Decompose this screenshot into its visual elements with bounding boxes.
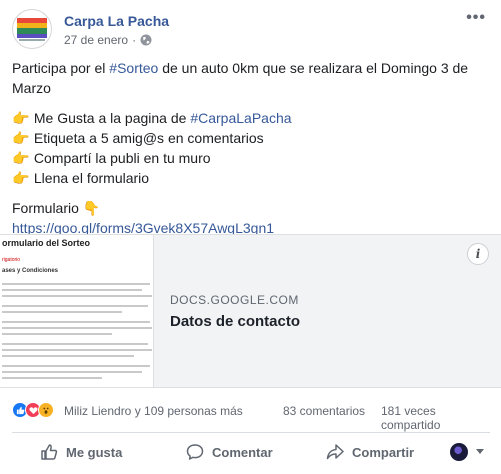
pointing-hand-icon: 👉 [12,170,30,186]
more-options-button[interactable]: ••• [466,9,486,27]
thumb-text-line [2,355,134,357]
pointing-hand-icon: 👉 [12,110,30,126]
post-date[interactable]: 27 de enero [64,33,128,47]
share-button[interactable]: Compartir [326,443,414,461]
hashtag-sorteo[interactable]: #Sorteo [109,60,158,76]
comments-count[interactable]: 83 comentarios [283,404,365,418]
chevron-down-icon [476,449,484,454]
thumb-text-line [2,365,150,367]
step-item: 👉 Compartí la publi en tu muro [12,150,211,166]
card-info: DOCS.GOOGLE.COM Datos de contacto [170,293,300,330]
action-bar: Me gusta Comentar Compartir [12,432,490,472]
globe-icon [140,34,152,46]
share-arrow-icon [326,444,344,460]
pointing-hand-icon: 👉 [12,150,30,166]
info-button[interactable]: i [467,243,489,265]
comment-icon [186,444,204,460]
link-preview-card[interactable]: ormulario del Sorteo rigatorio ases y Co… [0,234,501,388]
pointing-hand-icon: 👉 [12,130,30,146]
comment-button[interactable]: Comentar [186,443,273,461]
thumb-heading: ases y Condiciones [2,268,59,274]
thumb-text-line [2,283,150,285]
thumb-text-line [2,343,148,345]
profile-selector[interactable] [450,443,484,461]
post-text: Participa por el #Sorteo de un auto 0km … [12,58,490,238]
thumb-text-line [2,371,142,373]
thumb-text-line [2,305,148,307]
thumb-subtitle: rigatorio [2,257,21,263]
hashtag-carpalapacha[interactable]: #CarpaLaPacha [190,110,291,126]
wow-reaction-icon [38,402,54,418]
reaction-icons[interactable] [12,402,54,418]
page-name-link[interactable]: Carpa La Pacha [64,13,169,29]
profile-avatar [450,443,468,461]
thumb-text-line [2,321,150,323]
thumb-text-line [2,311,122,313]
post-intro: Participa por el #Sorteo de un auto 0km … [12,60,469,96]
thumb-text-line [2,295,152,297]
step-item: 👉 Llena el formulario [12,170,150,186]
thumb-text-line [2,333,112,335]
thumb-text-line [2,289,142,291]
meta-separator: · [132,33,137,47]
share-label: Compartir [352,444,415,460]
step-item: 👉 Etiqueta a 5 amig@s en comentarios [12,130,264,146]
like-label: Me gusta [66,444,123,460]
reactions-bar: Miliz Liendro y 109 personas más 83 come… [12,400,490,432]
reactions-summary[interactable]: Miliz Liendro y 109 personas más [64,404,243,418]
thumb-text-line [2,377,102,379]
page-logo-icon [17,18,47,41]
step-item: 👉 Me Gusta a la pagina de #CarpaLaPacha [12,110,292,126]
shares-count[interactable]: 181 veces compartido [381,404,490,432]
thumb-text-line [2,349,152,351]
card-title[interactable]: Datos de contacto [170,313,300,330]
card-thumbnail: ormulario del Sorteo rigatorio ases y Co… [0,235,154,387]
like-button[interactable]: Me gusta [40,443,122,461]
post-header: Carpa La Pacha 27 de enero · ••• [12,9,492,53]
page-avatar[interactable] [12,9,52,49]
comment-label: Comentar [212,444,273,460]
form-label: Formulario 👇 [12,200,101,216]
thumb-text-line [2,327,152,329]
card-domain: DOCS.GOOGLE.COM [170,293,299,307]
thumb-title: ormulario del Sorteo [2,238,91,248]
post-meta: 27 de enero · [64,33,152,47]
pointing-down-icon: 👇 [82,200,101,216]
thumbs-up-icon [41,444,58,460]
